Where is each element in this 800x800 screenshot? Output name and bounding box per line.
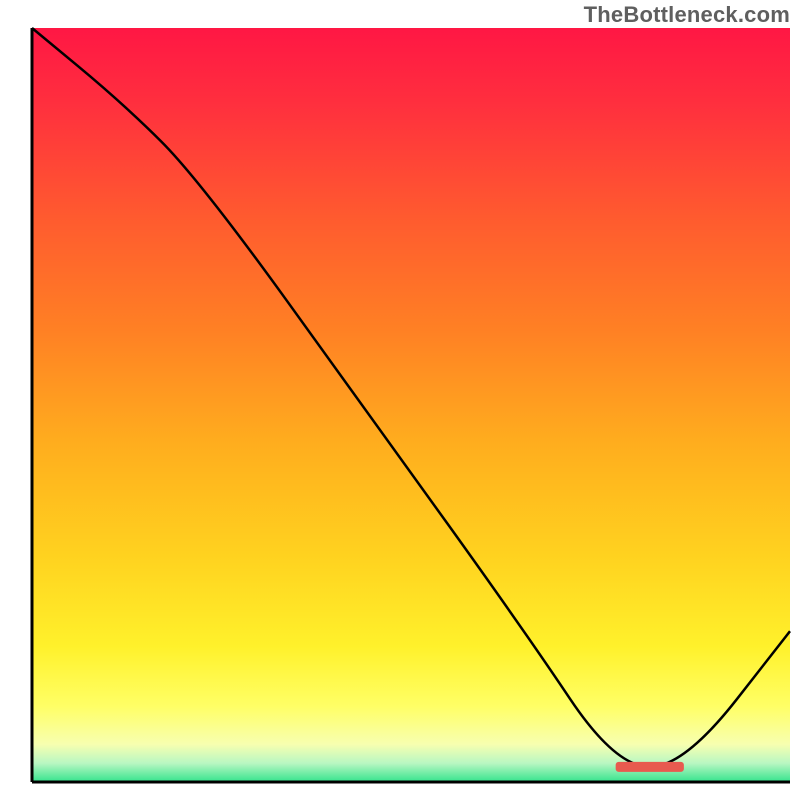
attribution-text: TheBottleneck.com bbox=[584, 2, 790, 28]
optimal-marker bbox=[616, 762, 684, 772]
bottleneck-chart bbox=[0, 0, 800, 800]
plot-background bbox=[32, 28, 790, 782]
